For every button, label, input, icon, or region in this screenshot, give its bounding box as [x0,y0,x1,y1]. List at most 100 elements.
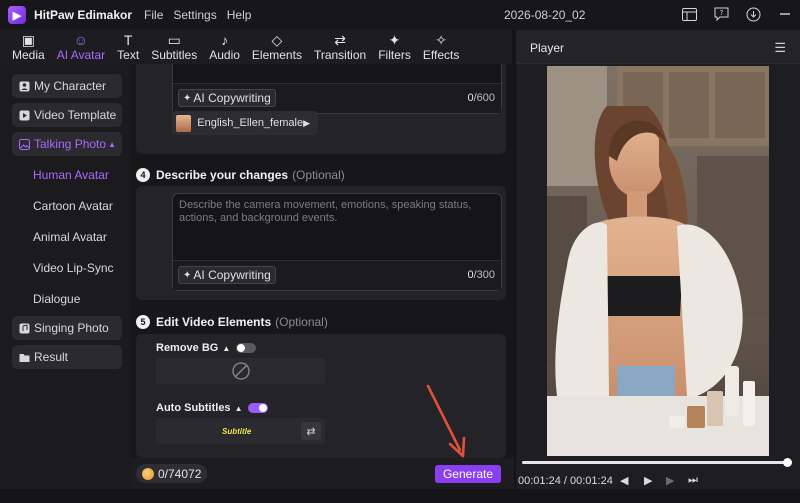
auto-subtitles-toggle[interactable] [248,403,269,413]
describe-placeholder: Describe the camera movement, emotions, … [179,199,472,224]
disabled-icon [231,362,250,380]
player-header: Player ☰ [516,30,800,64]
preview-photo [547,66,769,456]
tab-audio[interactable]: ♪ Audio [203,30,246,64]
script-textarea[interactable]: ✦ AI Copywriting 0/600 [172,64,502,114]
tab-ai-avatar[interactable]: ☺ AI Avatar [51,30,111,64]
time-display: 00:01:24 / 00:01:24 [518,475,613,487]
step-title: Edit Video Elements [156,315,272,329]
feedback-icon[interactable]: ? [712,5,730,23]
preview-image [547,66,769,456]
voice-avatar [176,114,192,132]
sidebar-subitem-human-avatar[interactable]: Human Avatar [33,168,109,182]
describe-toolbar: ✦ AI Copywriting 0/300 [173,260,501,290]
music-note-icon: ♪ [221,32,229,48]
subtitle-style-sample: Subtitle [222,426,252,436]
tab-filters[interactable]: ✦ Filters [372,30,417,64]
tab-subtitles[interactable]: ▭ Subtitles [145,30,203,64]
coin-icon [142,467,154,480]
describe-changes-textarea[interactable]: Describe the camera movement, emotions, … [172,193,502,291]
minimize-icon[interactable] [776,5,794,23]
annotation-arrow [426,384,466,458]
project-name: 2026-08-20_02 [504,8,586,22]
tab-elements[interactable]: ◇ Elements [246,30,308,64]
step-optional: (Optional) [292,168,345,182]
fast-forward-icon[interactable]: ⏭ [688,474,698,487]
generate-footer: 0/74072 Generate [130,458,514,489]
step-number: 4 [136,168,150,182]
step-optional: (Optional) [275,315,328,329]
layout-icon[interactable] [680,5,698,23]
generate-button[interactable]: Generate [435,465,501,483]
sidebar-item-singing-photo[interactable]: Singing Photo [12,316,122,340]
caret-up-icon[interactable]: ▲ [108,140,116,149]
window-controls: ? [680,5,794,23]
title-bar: ▶ HitPaw Edimakor File Settings Help 202… [0,0,800,30]
step-5-header: 5 Edit Video Elements (Optional) [136,315,328,329]
app-name: HitPaw Edimakor [34,8,133,22]
menu-help[interactable]: Help [227,8,252,22]
caret-up-icon[interactable]: ▲ [222,344,230,353]
avatar-sidebar: My Character Video Template Talking Phot… [0,64,130,489]
sidebar-item-my-character[interactable]: My Character [12,74,122,98]
tab-text[interactable]: T Text [111,30,145,64]
progress-knob[interactable] [783,458,792,467]
play-icon[interactable]: ▶ [644,474,652,487]
elements-icon: ◇ [271,32,283,48]
magic-wand-icon: ✧ [435,32,447,48]
script-toolbar: ✦ AI Copywriting 0/600 [173,83,501,113]
remove-bg-label: Remove BG ▲ [156,342,257,354]
video-template-icon [18,109,30,121]
sidebar-item-video-template[interactable]: Video Template [12,103,122,127]
sidebar-subitem-dialogue[interactable]: Dialogue [33,292,80,306]
tab-effects[interactable]: ✧ Effects [417,30,465,64]
previous-frame-icon[interactable]: ◀ [620,474,628,487]
menu-settings[interactable]: Settings [173,8,216,22]
tab-media[interactable]: ▣ Media [6,30,51,64]
voice-selector[interactable]: English_Ellen_female ▶ [172,111,318,135]
describe-char-counter: 0/300 [467,269,495,281]
avatar-icon: ☺ [73,32,89,48]
swap-icon[interactable]: ⇄ [301,422,321,440]
singing-photo-icon [18,322,30,334]
folder-icon [18,351,30,363]
sidebar-item-talking-photo[interactable]: Talking Photo ▲ [12,132,122,156]
ai-copywriting-button[interactable]: ✦ AI Copywriting [178,266,276,284]
bottom-strip [0,489,800,503]
script-card: ✦ AI Copywriting 0/600 English_Ellen_fema… [136,64,506,154]
menu-icon[interactable]: ☰ [774,40,786,56]
credits-badge: 0/74072 [136,464,208,483]
sparkle-icon: ✦ [183,269,192,281]
player-title: Player [530,41,565,55]
sparkle-icon: ✦ [388,32,401,48]
auto-subtitles-label: Auto Subtitles ▲ [156,402,269,414]
remove-bg-toggle[interactable] [236,343,257,353]
describe-changes-card: Describe the camera movement, emotions, … [136,186,506,300]
playback-progress[interactable] [522,458,792,467]
sparkle-icon: ✦ [183,92,192,104]
sidebar-item-result[interactable]: Result [12,345,122,369]
app-window: ▶ HitPaw Edimakor File Settings Help 202… [0,0,800,503]
step-4-header: 4 Describe your changes (Optional) [136,168,345,182]
user-card-icon [18,80,30,92]
tool-tabs: ▣ Media ☺ AI Avatar T Text ▭ Subtitles ♪ Audi… [0,30,512,64]
caret-up-icon[interactable]: ▲ [235,404,243,413]
sidebar-subitem-cartoon-avatar[interactable]: Cartoon Avatar [33,199,113,213]
tab-transition[interactable]: ⇄ Transition [308,30,372,64]
remove-bg-preview[interactable] [156,358,325,384]
svg-text:?: ? [719,9,723,17]
player-panel: Player ☰ 00:01:24 / 00:01:24 ◀ ▶ ▶ ⏭ [516,30,800,489]
transition-icon: ⇄ [334,32,346,48]
step-number: 5 [136,315,150,329]
sidebar-subitem-animal-avatar[interactable]: Animal Avatar [33,230,107,244]
menu-file[interactable]: File [144,8,163,22]
download-icon[interactable] [744,5,762,23]
step-title: Describe your changes [156,168,289,182]
next-frame-icon[interactable]: ▶ [666,474,674,487]
sidebar-subitem-video-lip-sync[interactable]: Video Lip-Sync [33,261,114,275]
chevron-right-icon: ▶ [303,117,310,128]
text-icon: T [123,32,133,48]
subtitle-style-preview[interactable]: Subtitle ⇄ [156,418,325,444]
app-logo-icon: ▶ [8,6,26,24]
ai-copywriting-button[interactable]: ✦ AI Copywriting [178,89,276,107]
